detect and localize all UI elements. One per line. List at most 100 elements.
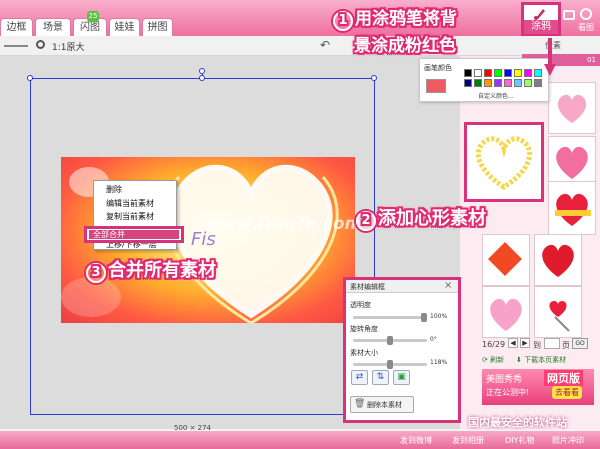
annotation-step1-line2: 景涂成粉红色 <box>354 36 456 56</box>
color-swatch[interactable] <box>464 79 472 87</box>
top-tab-bar: 边框 场景 闪图 25 娃娃 拼图 涂鸦 看图 <box>0 0 600 36</box>
share-album-link[interactable]: 发到相册 <box>452 435 484 446</box>
next-page-button[interactable]: ▶ <box>520 338 530 348</box>
material-thumb[interactable] <box>548 181 596 235</box>
tab-frame-label: 边框 <box>6 22 27 33</box>
resize-handle-top[interactable] <box>199 75 205 81</box>
opacity-value: 100% <box>430 313 448 320</box>
rotate-value: 0° <box>430 336 437 343</box>
page-number-input[interactable] <box>544 338 560 349</box>
doodle-button-label: 涂鸦 <box>524 20 558 34</box>
material-editor-dialog: 素材编辑框 × 透明度 100% 旋转角度 0° 素材大小 118% ⇄ ⇅ ▣… <box>343 277 461 423</box>
material-thumbnail <box>557 94 587 123</box>
watermark: www.DuoTe.com <box>205 214 363 234</box>
bottom-bar: 发到微博 发到相册 DIY礼物 照片冲印 <box>0 431 600 449</box>
camera-icon[interactable] <box>563 10 575 20</box>
menu-item-merge-all[interactable]: 全部合并 <box>84 226 184 243</box>
promo-text-3: 正在公测中! <box>486 388 530 397</box>
goto-label: 到 <box>533 341 541 350</box>
zoom-slider[interactable] <box>4 45 28 47</box>
color-swatch[interactable] <box>494 79 502 87</box>
refresh-link[interactable]: ⟳ 刷新 <box>482 355 504 365</box>
color-swatch[interactable] <box>534 69 542 77</box>
step3-text: 合并所有素材 <box>108 260 216 281</box>
rotate-slider[interactable] <box>353 336 427 345</box>
color-swatch[interactable] <box>484 69 492 77</box>
size-slider-knob[interactable] <box>387 360 393 369</box>
opacity-slider-knob[interactable] <box>421 313 427 322</box>
annotation-step3: 3 合并所有素材 <box>86 256 216 283</box>
rotate-slider-knob[interactable] <box>387 336 393 345</box>
tab-frame[interactable]: 边框 <box>0 18 33 36</box>
doodle-button[interactable]: 涂鸦 <box>521 2 561 36</box>
menu-item-copy[interactable]: 复制当前素材 <box>106 211 154 222</box>
material-thumb[interactable] <box>534 286 582 338</box>
color-swatch[interactable] <box>504 79 512 87</box>
tab-scene[interactable]: 场景 <box>35 18 71 36</box>
page-indicator: 16/29 <box>482 340 506 349</box>
material-thumb[interactable] <box>548 82 596 134</box>
step1-number: 1 <box>333 11 353 31</box>
material-thumb[interactable] <box>482 234 530 286</box>
tab-flash-label: 闪图 <box>80 22 100 33</box>
color-swatch[interactable] <box>524 79 532 87</box>
rotate-label: 旋转角度 <box>350 325 378 333</box>
color-swatch[interactable] <box>484 79 492 87</box>
material-thumbnail <box>555 193 591 226</box>
promo-banner[interactable]: 美图秀秀 网页版 正在公测中! 去看看 <box>482 369 594 405</box>
opacity-label: 透明度 <box>350 301 371 309</box>
share-weibo-link[interactable]: 发到微博 <box>400 435 432 446</box>
size-slider[interactable] <box>353 360 427 369</box>
color-swatch[interactable] <box>464 69 472 77</box>
refresh-label: 刷新 <box>490 356 505 364</box>
layer-icon[interactable]: ▣ <box>393 370 410 385</box>
editor-title: 素材编辑框 <box>350 283 385 291</box>
sparkle-heart-thumbnail <box>476 136 532 190</box>
material-thumb[interactable] <box>482 286 530 338</box>
step3-number: 3 <box>86 263 106 283</box>
close-icon[interactable]: × <box>444 280 452 291</box>
heart-material-selected[interactable] <box>464 122 544 202</box>
promo-text-2: 网页版 <box>544 370 583 386</box>
material-thumbnail <box>549 300 570 332</box>
color-swatch[interactable] <box>524 69 532 77</box>
new-badge: 25 <box>87 11 99 22</box>
tab-collage[interactable]: 拼图 <box>142 18 173 36</box>
color-swatch[interactable] <box>474 79 482 87</box>
arrow-down-icon <box>544 38 556 76</box>
color-popup-title: 画笔颜色 <box>424 64 452 72</box>
menu-item-delete[interactable]: 删除 <box>106 184 122 195</box>
view-icon[interactable] <box>580 8 592 20</box>
go-button[interactable]: GO <box>572 338 588 349</box>
photo-print-link[interactable]: 照片冲印 <box>552 435 584 446</box>
color-swatch[interactable] <box>494 69 502 77</box>
resize-handle-top-left[interactable] <box>27 75 33 81</box>
color-swatch[interactable] <box>514 79 522 87</box>
color-swatch[interactable] <box>504 69 512 77</box>
color-swatch[interactable] <box>474 69 482 77</box>
promo-button[interactable]: 去看看 <box>552 386 582 399</box>
flip-horizontal-icon[interactable]: ⇄ <box>351 370 368 385</box>
promo-text-1: 美图秀秀 <box>486 375 523 385</box>
menu-item-edit[interactable]: 编辑当前素材 <box>106 198 154 209</box>
step1-line1: 用涂鸦笔将背 <box>355 9 457 29</box>
zoom-icon[interactable] <box>36 40 45 49</box>
tab-doll[interactable]: 娃娃 <box>109 18 140 36</box>
undo-icon[interactable]: ↶ <box>320 38 330 52</box>
opacity-slider[interactable] <box>353 313 427 322</box>
color-swatch[interactable] <box>534 79 542 87</box>
selection-guide-bottom <box>30 414 375 415</box>
material-thumb[interactable] <box>534 234 582 286</box>
prev-page-button[interactable]: ◀ <box>508 338 518 348</box>
flip-vertical-icon[interactable]: ⇅ <box>372 370 389 385</box>
diy-gift-link[interactable]: DIY礼物 <box>505 435 534 446</box>
step2-text: 添加心形素材 <box>378 208 486 229</box>
custom-color-link[interactable]: 自定义颜色... <box>478 91 514 100</box>
resize-handle-top-right[interactable] <box>371 75 377 81</box>
color-swatch[interactable] <box>514 69 522 77</box>
download-link[interactable]: ⬇ 下载本页素材 <box>516 355 566 365</box>
delete-material-button[interactable]: 🗑 删除本素材 <box>350 396 414 413</box>
zoom-label[interactable]: 1:1原大 <box>52 40 85 53</box>
delete-material-label: 删除本素材 <box>367 401 402 409</box>
brush-icon <box>534 9 545 20</box>
